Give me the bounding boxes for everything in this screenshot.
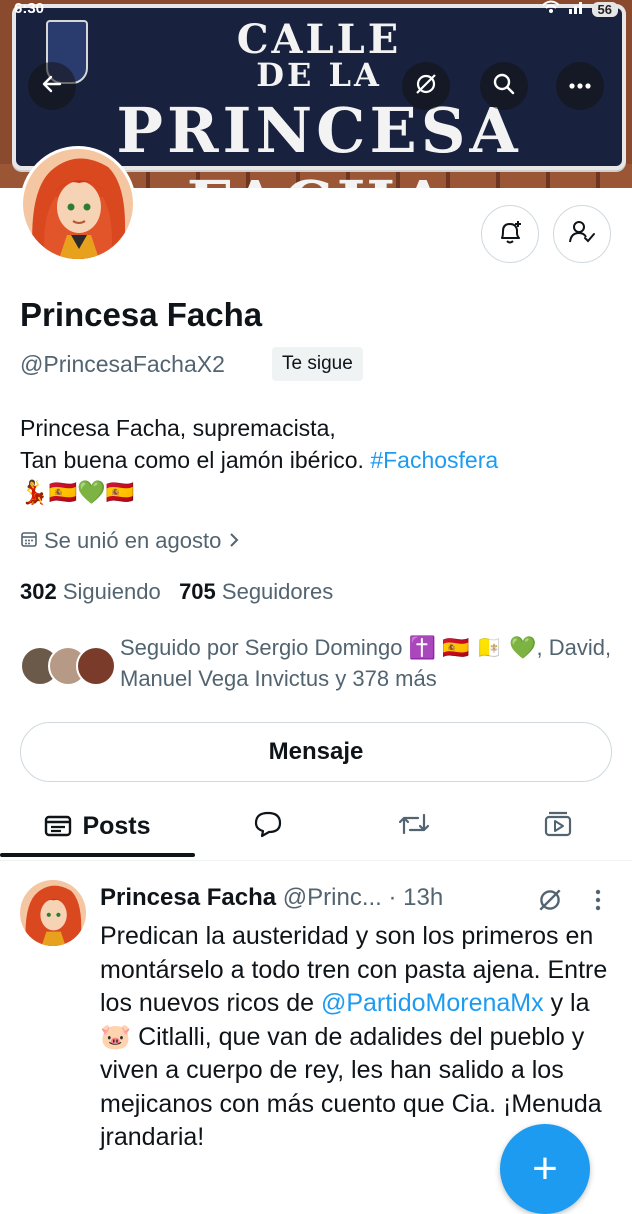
bell-plus-icon [496, 218, 524, 251]
profile-tabs: Posts [0, 796, 632, 861]
follows-you-badge: Te sigue [272, 347, 363, 381]
grok-icon [413, 71, 439, 102]
followed-by-avatars[interactable] [20, 646, 116, 686]
more-options-button[interactable] [556, 62, 604, 110]
more-icon [568, 77, 592, 95]
sign-line-2: DE LA [256, 56, 382, 94]
battery-indicator: 56 [591, 1, 618, 17]
followers-label: Seguidores [221, 579, 334, 604]
search-button[interactable] [480, 62, 528, 110]
video-icon [543, 810, 573, 843]
bio-text: Tan buena como el jamón ibérico. [20, 447, 371, 473]
status-icons: 56 [541, 0, 618, 18]
active-tab-indicator [0, 853, 195, 857]
calendar-icon [20, 528, 38, 554]
follow-counts: 302 Siguiendo 705 Seguidores [20, 579, 333, 605]
tab-replies[interactable] [230, 796, 306, 856]
compose-post-button[interactable]: + [500, 1124, 590, 1214]
avatar [76, 646, 116, 686]
profile-bio: Princesa Facha, supremacista, Tan buena … [20, 412, 620, 508]
signal-icon [568, 0, 584, 18]
status-bar: 6:30 56 [0, 0, 632, 22]
profile-avatar[interactable] [20, 146, 136, 262]
tab-media[interactable] [520, 796, 596, 856]
avatar-illustration [23, 149, 133, 259]
followed-by-text[interactable]: Seguido por Sergio Domingo ✝️ 🇪🇸 🇻🇦 💚, D… [120, 632, 620, 694]
post-grok-icon[interactable] [536, 886, 564, 919]
reply-icon [253, 810, 283, 843]
status-time: 6:30 [14, 0, 45, 17]
bio-line-2: Tan buena como el jamón ibérico. #Fachos… [20, 444, 620, 476]
followers-link[interactable]: 705 Seguidores [179, 579, 333, 604]
followers-count: 705 [179, 579, 216, 604]
profile-display-name: Princesa Facha [20, 296, 263, 333]
post-time[interactable]: · 13h [389, 884, 444, 911]
post-header: Princesa Facha @Princ... · 13h [100, 884, 443, 912]
street-sign-image: CALLE DE LA PRINCESA FACHA [12, 4, 626, 188]
back-arrow-icon [40, 72, 64, 101]
following-button[interactable] [553, 205, 611, 263]
following-count: 302 [20, 579, 57, 604]
back-button[interactable] [28, 62, 76, 110]
post-author-avatar[interactable] [20, 880, 86, 946]
search-icon [492, 72, 516, 101]
post-author-handle[interactable]: @Princ... [283, 884, 382, 911]
post-text: Predican la austeridad y son los primero… [100, 920, 620, 1155]
repost-icon [398, 811, 430, 842]
tab-posts[interactable]: Posts [0, 796, 195, 857]
joined-date[interactable]: Se unió en agosto [20, 528, 241, 554]
profile-handle: @PrincesaFachaX2 [20, 351, 225, 377]
post-author-name[interactable]: Princesa Facha [100, 884, 276, 911]
post-mention-link[interactable]: @PartidoMorenaMx [321, 989, 544, 1017]
plus-icon: + [532, 1144, 558, 1193]
tab-reposts[interactable] [376, 796, 452, 856]
bio-emoji-line: 💃🇪🇸💚🇪🇸 [20, 479, 135, 505]
wifi-icon [541, 0, 560, 18]
person-check-icon [568, 218, 596, 251]
following-label: Siguiendo [62, 579, 161, 604]
grok-button[interactable] [402, 62, 450, 110]
post-more-icon[interactable] [594, 888, 602, 917]
bio-hashtag-link[interactable]: #Fachosfera [370, 447, 498, 473]
tab-posts-label: Posts [82, 811, 151, 840]
following-link[interactable]: 302 Siguiendo [20, 579, 161, 604]
posts-tab-icon [44, 814, 72, 838]
notifications-button[interactable] [481, 205, 539, 263]
joined-text: Se unió en agosto [44, 528, 222, 553]
chevron-right-icon [227, 528, 241, 554]
bio-line-1: Princesa Facha, supremacista, [20, 415, 336, 441]
message-button[interactable]: Mensaje [20, 722, 612, 782]
